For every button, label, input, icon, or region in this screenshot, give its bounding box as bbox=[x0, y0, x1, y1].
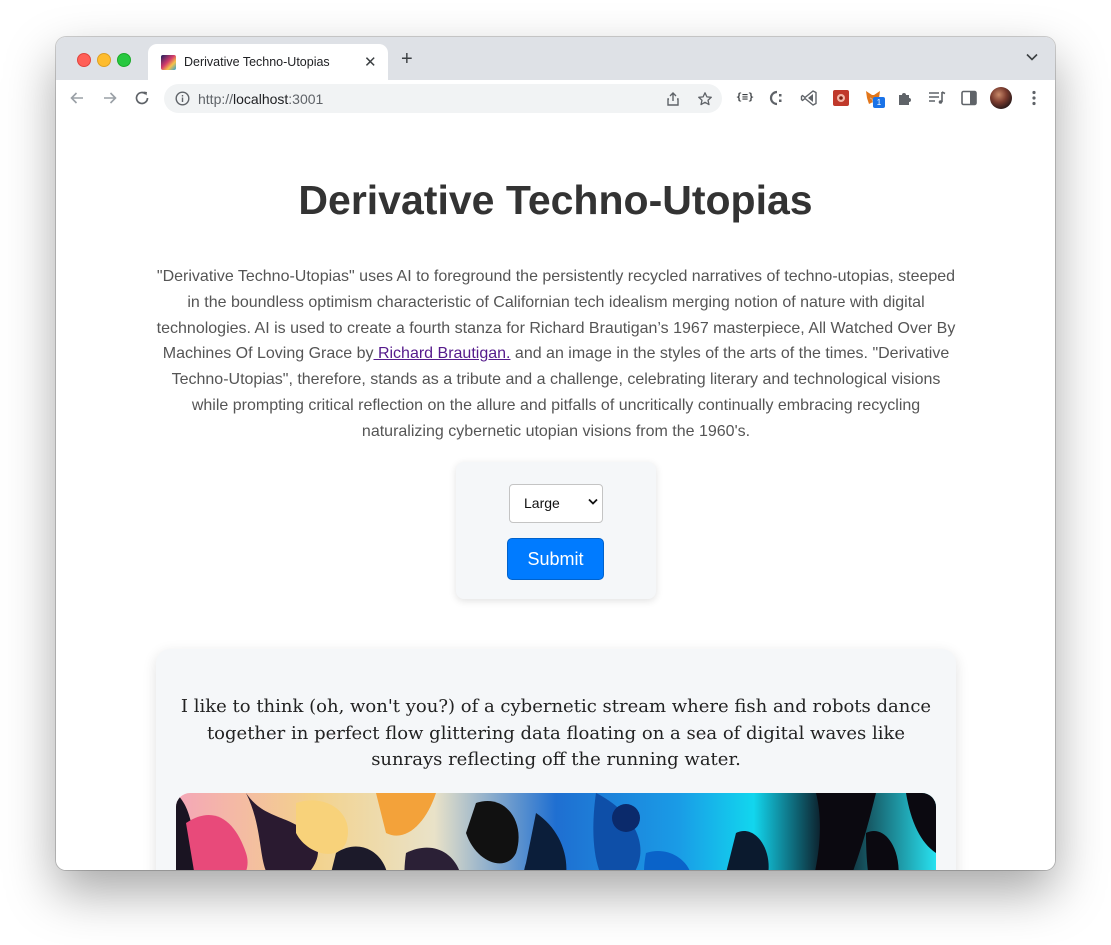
back-arrow-icon[interactable] bbox=[68, 89, 86, 107]
generated-image bbox=[176, 793, 936, 870]
forward-arrow-icon[interactable] bbox=[101, 89, 119, 107]
result-card: I like to think (oh, won't you?) of a cy… bbox=[156, 649, 956, 870]
page-content: Derivative Techno-Utopias "Derivative Te… bbox=[56, 117, 1055, 870]
new-tab-icon[interactable]: + bbox=[401, 49, 413, 69]
generated-stanza: I like to think (oh, won't you?) of a cy… bbox=[180, 696, 932, 770]
size-select[interactable]: Large bbox=[509, 484, 603, 523]
extensions-puzzle-icon[interactable] bbox=[896, 89, 914, 107]
address-bar[interactable]: http://localhost:3001 bbox=[164, 84, 722, 113]
extension-badge: 1 bbox=[873, 97, 885, 108]
favicon-icon bbox=[161, 55, 176, 70]
vscode-extension-icon[interactable] bbox=[800, 89, 818, 107]
side-panel-icon[interactable] bbox=[960, 89, 978, 107]
site-info-icon[interactable] bbox=[175, 91, 190, 106]
ublock-extension-icon[interactable] bbox=[832, 89, 850, 107]
description-paragraph: "Derivative Techno-Utopias" uses AI to f… bbox=[152, 264, 960, 445]
size-select-value: Large bbox=[524, 495, 560, 511]
submit-button[interactable]: Submit bbox=[507, 538, 604, 580]
tab-search-chevron-icon[interactable] bbox=[1026, 53, 1038, 61]
url-text: http://localhost:3001 bbox=[198, 91, 324, 107]
profile-avatar[interactable] bbox=[990, 87, 1012, 109]
browser-window: Derivative Techno-Utopias ✕ + http://loc… bbox=[56, 37, 1055, 870]
tab-title: Derivative Techno-Utopias bbox=[184, 55, 330, 69]
maximize-window-button[interactable] bbox=[117, 53, 131, 67]
chevron-down-icon bbox=[588, 498, 598, 505]
tab-close-icon[interactable]: ✕ bbox=[364, 53, 377, 71]
close-window-button[interactable] bbox=[77, 53, 91, 67]
tab-bar: Derivative Techno-Utopias ✕ + bbox=[56, 37, 1055, 80]
browser-toolbar: http://localhost:3001 {≡} 1 bbox=[56, 80, 1055, 118]
share-icon[interactable] bbox=[665, 91, 681, 107]
generate-form: Large Submit bbox=[456, 462, 656, 599]
author-link[interactable]: Richard Brautigan. bbox=[374, 345, 511, 362]
active-tab[interactable]: Derivative Techno-Utopias ✕ bbox=[148, 44, 388, 80]
more-menu-icon[interactable] bbox=[1025, 89, 1043, 107]
minimize-window-button[interactable] bbox=[97, 53, 111, 67]
page-title: Derivative Techno-Utopias bbox=[298, 177, 813, 223]
colorzilla-extension-icon[interactable] bbox=[768, 89, 786, 107]
reload-icon[interactable] bbox=[133, 89, 151, 107]
reading-list-icon[interactable] bbox=[928, 89, 946, 107]
bookmark-star-icon[interactable] bbox=[697, 91, 713, 107]
json-viewer-extension-icon[interactable]: {≡} bbox=[734, 89, 756, 107]
